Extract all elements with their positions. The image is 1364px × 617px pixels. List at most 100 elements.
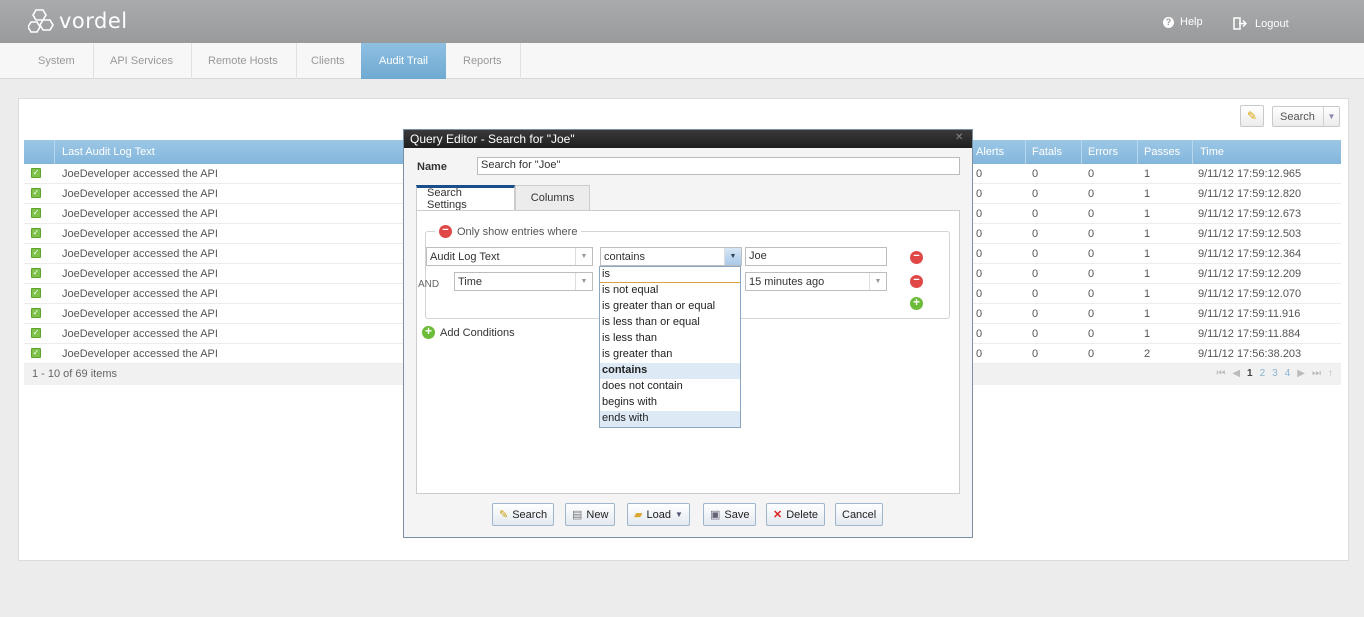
name-label: Name (417, 161, 447, 173)
col-passes[interactable]: Passes (1144, 146, 1180, 158)
col-fatals[interactable]: Fatals (1032, 146, 1062, 158)
row-passes: 1 (1144, 328, 1151, 340)
condition-1-field-value: Audit Log Text (430, 250, 500, 263)
tab-system[interactable]: System (20, 43, 94, 79)
col-time[interactable]: Time (1200, 146, 1224, 158)
delete-button-label: Delete (786, 508, 819, 521)
condition-1-value-input[interactable]: Joe (745, 247, 887, 266)
logout-link[interactable]: Logout (1233, 17, 1289, 30)
tab-search-settings[interactable]: Search Settings (416, 185, 515, 211)
page-3[interactable]: 3 (1272, 368, 1278, 379)
row-text: JoeDeveloper accessed the API (62, 228, 218, 240)
next-page-icon[interactable]: ▶ (1297, 368, 1305, 379)
row-alerts: 0 (976, 288, 983, 300)
row-passes: 1 (1144, 288, 1151, 300)
last-page-icon[interactable]: ⏭ (1312, 368, 1321, 379)
row-alerts: 0 (976, 328, 983, 340)
condition-1-operator-select[interactable]: contains ▼ (600, 247, 742, 266)
row-time: 9/11/12 17:59:12.209 (1198, 268, 1302, 280)
row-fatals: 0 (1032, 288, 1039, 300)
close-icon[interactable]: ✕ (955, 133, 966, 144)
tab-audit-trail[interactable]: Audit Trail (361, 43, 446, 79)
main-tabbar: System API Services Remote Hosts Clients… (0, 43, 1364, 79)
option-is-less-than-or-equal[interactable]: is less than or equal (600, 315, 740, 331)
row-time: 9/11/12 17:59:11.916 (1198, 308, 1301, 320)
delete-button[interactable]: ✕ Delete (766, 503, 826, 526)
row-fatals: 0 (1032, 248, 1039, 260)
chevron-down-icon[interactable]: ▼ (869, 273, 886, 290)
add-conditions-button[interactable]: + Add Conditions (422, 325, 515, 339)
chevron-down-icon[interactable]: ▼ (1323, 107, 1339, 126)
item-count: 1 - 10 of 69 items (32, 368, 117, 380)
tab-api-services[interactable]: API Services (92, 43, 192, 79)
tab-remote-hosts[interactable]: Remote Hosts (190, 43, 297, 79)
tab-columns[interactable]: Columns (515, 185, 590, 210)
refresh-icon[interactable]: ↑ (1328, 368, 1333, 379)
chevron-down-icon[interactable]: ▼ (724, 248, 741, 265)
row-text: JoeDeveloper accessed the API (62, 168, 218, 180)
checkmark-icon: ✓ (31, 248, 41, 258)
row-alerts: 0 (976, 208, 983, 220)
option-is-less-than[interactable]: is less than (600, 331, 740, 347)
query-name-field[interactable]: Search for "Joe" (477, 157, 960, 175)
row-text: JoeDeveloper accessed the API (62, 248, 218, 260)
col-last-audit-log-text[interactable]: Last Audit Log Text (62, 146, 155, 158)
col-errors[interactable]: Errors (1088, 146, 1118, 158)
dialog-title: Query Editor - Search for "Joe" (410, 132, 575, 146)
search-split-button[interactable]: Search ▼ (1272, 106, 1340, 127)
search-button[interactable]: ✎ Search (492, 503, 555, 526)
first-page-icon[interactable]: ⏮ (1216, 368, 1225, 379)
add-row-icon[interactable]: + (910, 296, 923, 310)
checkmark-icon: ✓ (31, 208, 41, 218)
collapse-conditions-icon[interactable]: − (439, 225, 452, 238)
option-does-not-contain[interactable]: does not contain (600, 379, 740, 395)
remove-condition-2-icon[interactable]: − (910, 275, 923, 288)
page-1[interactable]: 1 (1247, 368, 1253, 379)
remove-condition-1-icon[interactable]: − (910, 251, 923, 264)
chevron-down-icon[interactable]: ▼ (575, 273, 592, 290)
row-alerts: 0 (976, 248, 983, 260)
option-is-not-equal[interactable]: is not equal (600, 283, 740, 299)
add-conditions-label: Add Conditions (440, 326, 515, 339)
condition-2-field-select[interactable]: Time ▼ (454, 272, 593, 291)
row-text: JoeDeveloper accessed the API (62, 348, 218, 360)
row-fatals: 0 (1032, 188, 1039, 200)
load-button[interactable]: ▰ Load ▼ (627, 503, 690, 526)
cancel-button[interactable]: Cancel (835, 503, 884, 526)
save-button[interactable]: ▣ Save (703, 503, 757, 526)
option-is-greater-than[interactable]: is greater than (600, 347, 740, 363)
option-begins-with[interactable]: begins with (600, 395, 740, 411)
query-editor-button[interactable]: ✎ (1240, 105, 1264, 127)
row-time: 9/11/12 17:59:12.673 (1198, 208, 1302, 220)
row-alerts: 0 (976, 268, 983, 280)
row-fatals: 0 (1032, 168, 1039, 180)
prev-page-icon[interactable]: ◀ (1232, 368, 1240, 379)
col-alerts[interactable]: Alerts (976, 146, 1004, 158)
help-link[interactable]: ? Help (1163, 16, 1203, 28)
condition-1-field-select[interactable]: Audit Log Text ▼ (426, 247, 593, 266)
checkmark-icon: ✓ (31, 308, 41, 318)
new-document-icon: ▤ (572, 509, 583, 521)
row-time: 9/11/12 17:59:12.503 (1198, 228, 1302, 240)
condition-2-value-select[interactable]: 15 minutes ago ▼ (745, 272, 887, 291)
dialog-titlebar[interactable]: Query Editor - Search for "Joe" ✕ (404, 130, 972, 148)
option-contains[interactable]: contains (600, 363, 740, 379)
chevron-down-icon[interactable]: ▼ (575, 248, 592, 265)
page-4[interactable]: 4 (1285, 368, 1291, 379)
option-ends-with[interactable]: ends with (600, 411, 740, 427)
row-fatals: 0 (1032, 268, 1039, 280)
operator-dropdown-list: is is not equal is greater than or equal… (599, 266, 741, 428)
tab-clients[interactable]: Clients (293, 43, 364, 79)
column-separator (1192, 140, 1193, 164)
page-2[interactable]: 2 (1260, 368, 1266, 379)
row-text: JoeDeveloper accessed the API (62, 328, 218, 340)
conditions-legend: − Only show entries where (435, 225, 582, 238)
new-button[interactable]: ▤ New (565, 503, 616, 526)
option-is[interactable]: is (600, 267, 740, 283)
tab-reports[interactable]: Reports (445, 43, 521, 79)
row-text: JoeDeveloper accessed the API (62, 208, 218, 220)
option-is-greater-than-or-equal[interactable]: is greater than or equal (600, 299, 740, 315)
row-time: 9/11/12 17:59:12.364 (1198, 248, 1302, 260)
row-errors: 0 (1088, 328, 1095, 340)
row-alerts: 0 (976, 168, 983, 180)
